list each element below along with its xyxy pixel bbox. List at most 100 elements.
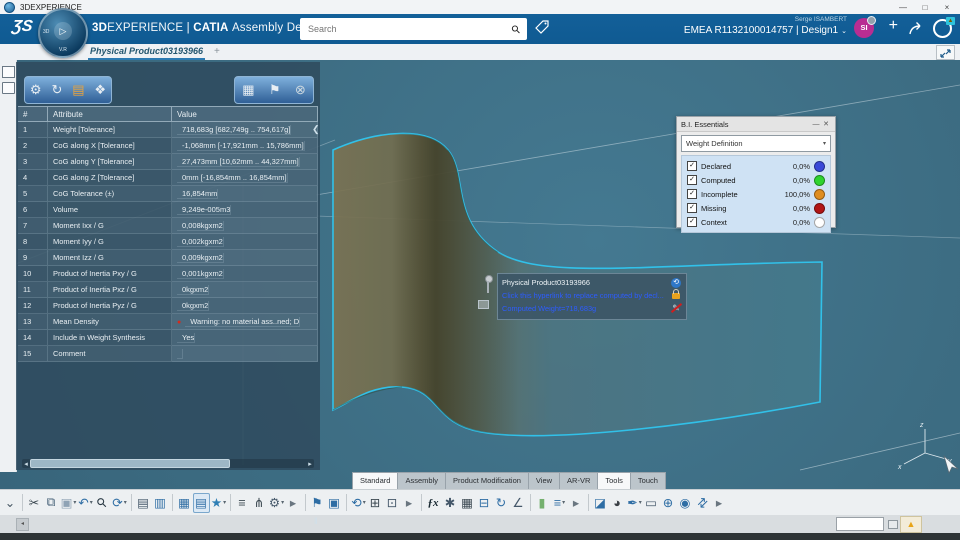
action-tab[interactable]: Standard	[352, 472, 398, 490]
table-row[interactable]: 2 CoG along X [Tolerance] -1,068mm [-17,…	[18, 138, 318, 154]
separator[interactable]	[22, 494, 23, 511]
share-icon[interactable]	[908, 21, 924, 41]
package-icon[interactable]: ⊡	[384, 493, 401, 513]
status-input[interactable]	[836, 517, 884, 531]
separator[interactable]	[230, 494, 231, 511]
status-scroll-left[interactable]: ◂	[16, 518, 29, 531]
panel-collapse-chevron[interactable]: ❮	[312, 124, 320, 135]
separator[interactable]	[305, 494, 306, 511]
table-row[interactable]: 14 Include in Weight Synthesis Yes	[18, 330, 318, 346]
compass-play-icon[interactable]: ▷	[54, 22, 72, 40]
more-arrow-icon[interactable]: ▸	[711, 493, 728, 513]
separator[interactable]	[530, 494, 531, 511]
window-toggle-icon[interactable]	[2, 82, 15, 94]
design-table-icon[interactable]: ▦	[459, 493, 476, 513]
cut-icon[interactable]: ✂	[26, 493, 43, 513]
action-tab[interactable]: Touch	[629, 472, 666, 490]
sync-icon[interactable]: ⟲ ▾	[350, 493, 367, 513]
pages-stack-icon[interactable]: ▣	[326, 493, 343, 513]
search-box[interactable]: ⚲	[300, 18, 527, 40]
bi-minimize-button[interactable]: —	[811, 121, 821, 128]
undo-icon[interactable]: ↶ ▾	[77, 493, 94, 513]
replace-computed-hyperlink[interactable]: Click this hyperlink to replace computed…	[502, 291, 670, 300]
bi-metric-row[interactable]: Declared 0,0%	[687, 159, 825, 173]
table-row[interactable]: 15 Comment	[18, 346, 318, 362]
magic-wand-icon[interactable]: ✱	[442, 493, 459, 513]
restore-layout-icon[interactable]	[936, 45, 955, 60]
print-settings-icon[interactable]: ▤	[135, 493, 152, 513]
checkbox[interactable]	[687, 217, 697, 227]
maximize-button[interactable]: □	[914, 3, 936, 12]
computed-weight-link[interactable]: Computed Weight=718,683g	[502, 304, 670, 313]
render-style-icon[interactable]: ◪	[592, 493, 609, 513]
panel-tool-icon[interactable]: ❖	[94, 78, 106, 102]
sphere-view-icon[interactable]: ◉	[677, 493, 694, 513]
notes-list-icon[interactable]: ≡	[234, 493, 251, 513]
bi-metric-row[interactable]: Incomplete 100,0%	[687, 187, 825, 201]
action-tab[interactable]: Tools	[597, 472, 630, 490]
scroll-right-arrow[interactable]: ▸	[306, 460, 314, 468]
action-tab[interactable]: Product Modification	[444, 472, 528, 490]
panel-resize-grip[interactable]: ‖	[314, 516, 319, 526]
document-tab[interactable]: Physical Product03193966	[90, 46, 203, 56]
table-row[interactable]: 11 Product of Inertia Pxz / G 0kgxm2	[18, 282, 318, 298]
manipulator-icon[interactable]	[484, 275, 493, 293]
new-tab-button[interactable]: +	[214, 46, 220, 57]
copy-icon[interactable]: ⧉	[43, 493, 60, 513]
table-row[interactable]: 12 Product of Inertia Pyz / G 0kgxm2	[18, 298, 318, 314]
overflow-chevron-icon[interactable]: ⌄	[2, 493, 19, 513]
sphere-add-icon[interactable]: ⊕	[660, 493, 677, 513]
checkbox[interactable]	[687, 189, 697, 199]
scroll-left-arrow[interactable]: ◂	[22, 460, 30, 468]
table-row[interactable]: 13 Mean Density ● Warning: no material as…	[18, 314, 318, 330]
measure-angle-icon[interactable]: ∠	[510, 493, 527, 513]
tag-icon[interactable]	[534, 20, 550, 40]
table-row[interactable]: 5 CoG Tolerance (±) 16,854mm	[18, 186, 318, 202]
paste-icon[interactable]: ▣ ▾	[60, 493, 77, 513]
table-grid-icon[interactable]: ▦	[176, 493, 193, 513]
table-gear-icon[interactable]: ⊟	[476, 493, 493, 513]
action-tab[interactable]: AR-VR	[559, 472, 598, 490]
panel-tool-icon[interactable]: ⚙	[30, 78, 42, 102]
table-row[interactable]: 6 Volume 9,249e-005m3	[18, 202, 318, 218]
scrollbar-thumb[interactable]	[30, 459, 230, 468]
help-compass-icon[interactable]: ▲	[933, 17, 955, 38]
action-tab[interactable]: Assembly	[397, 472, 445, 490]
separator[interactable]	[346, 494, 347, 511]
expand-arrows-icon[interactable]: ⇄	[694, 493, 711, 513]
panel-tool-icon[interactable]: ↻	[51, 78, 62, 102]
bi-close-button[interactable]: ✕	[821, 120, 831, 128]
panel-view-icon[interactable]: ▦	[242, 78, 254, 102]
minimize-button[interactable]: —	[892, 3, 914, 12]
separator[interactable]	[131, 494, 132, 511]
more-arrow-icon[interactable]: ▸	[568, 493, 585, 513]
eyedropper-icon[interactable]: ✒ ▾	[626, 493, 643, 513]
favorites-star-icon[interactable]: ★ ▾	[210, 493, 227, 513]
light-toggle-icon[interactable]: ▮	[534, 493, 551, 513]
bookmark-tree-icon[interactable]: ⚑	[309, 493, 326, 513]
session-display-icon[interactable]: ▤	[193, 492, 210, 513]
formula-fx-icon[interactable]: ƒx	[425, 493, 442, 513]
checkbox[interactable]	[687, 161, 697, 171]
horizontal-scrollbar[interactable]: ◂ ▸	[22, 459, 314, 468]
warning-triangle-icon[interactable]: ▲	[900, 516, 922, 533]
report-panel-icon[interactable]: ▥	[152, 493, 169, 513]
bi-metric-row[interactable]: Computed 0,0%	[687, 173, 825, 187]
table-row[interactable]: 4 CoG along Z [Tolerance] 0mm [-16,854mm…	[18, 170, 318, 186]
separator[interactable]	[421, 494, 422, 511]
table-row[interactable]: 9 Moment Izz / G 0,009kgxm2	[18, 250, 318, 266]
shading-sphere-icon[interactable]: ◕	[609, 493, 626, 513]
checkbox[interactable]	[687, 175, 697, 185]
avatar[interactable]: SI	[854, 16, 876, 38]
box-sync-icon[interactable]: ↻	[493, 493, 510, 513]
table-row[interactable]: 8 Moment Iyy / G 0,002kgxm2	[18, 234, 318, 250]
table-row[interactable]: 7 Moment Ixx / G 0,008kgxm2	[18, 218, 318, 234]
filter-panel-icon[interactable]: ≡ ▾	[551, 493, 568, 513]
panel-view-icon[interactable]: ⊗	[295, 78, 306, 102]
search-zoom-icon[interactable]: ⚲	[94, 493, 111, 513]
settings-panel-icon[interactable]: ⚙ ▾	[268, 493, 285, 513]
add-content-button[interactable]: +	[889, 17, 898, 35]
table-row[interactable]: 10 Product of Inertia Pxy / G 0,001kgxm2	[18, 266, 318, 282]
close-button[interactable]: ×	[936, 3, 958, 12]
eraser-icon[interactable]: ▭	[643, 493, 660, 513]
